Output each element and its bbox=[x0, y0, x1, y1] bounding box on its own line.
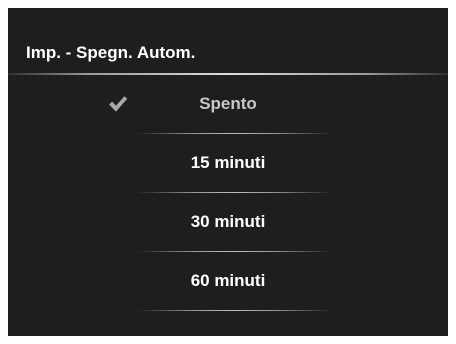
option-30-minuti[interactable]: 30 minuti bbox=[8, 193, 448, 252]
option-label: Spento bbox=[199, 94, 257, 113]
option-60-minuti[interactable]: 60 minuti bbox=[8, 252, 448, 311]
option-spento[interactable]: Spento bbox=[8, 75, 448, 134]
option-label: 30 minuti bbox=[190, 212, 266, 231]
option-label: 60 minuti bbox=[190, 271, 266, 290]
option-15-minuti[interactable]: 15 minuti bbox=[8, 134, 448, 193]
option-label: 15 minuti bbox=[190, 153, 266, 172]
menu-header: Imp. - Spegn. Autom. bbox=[8, 8, 448, 75]
auto-off-menu-panel: Imp. - Spegn. Autom. Spento 15 minuti 30… bbox=[8, 8, 448, 336]
menu-title: Imp. - Spegn. Autom. bbox=[26, 43, 196, 62]
options-list: Spento 15 minuti 30 minuti 60 minuti bbox=[8, 75, 448, 311]
option-divider bbox=[136, 310, 332, 311]
